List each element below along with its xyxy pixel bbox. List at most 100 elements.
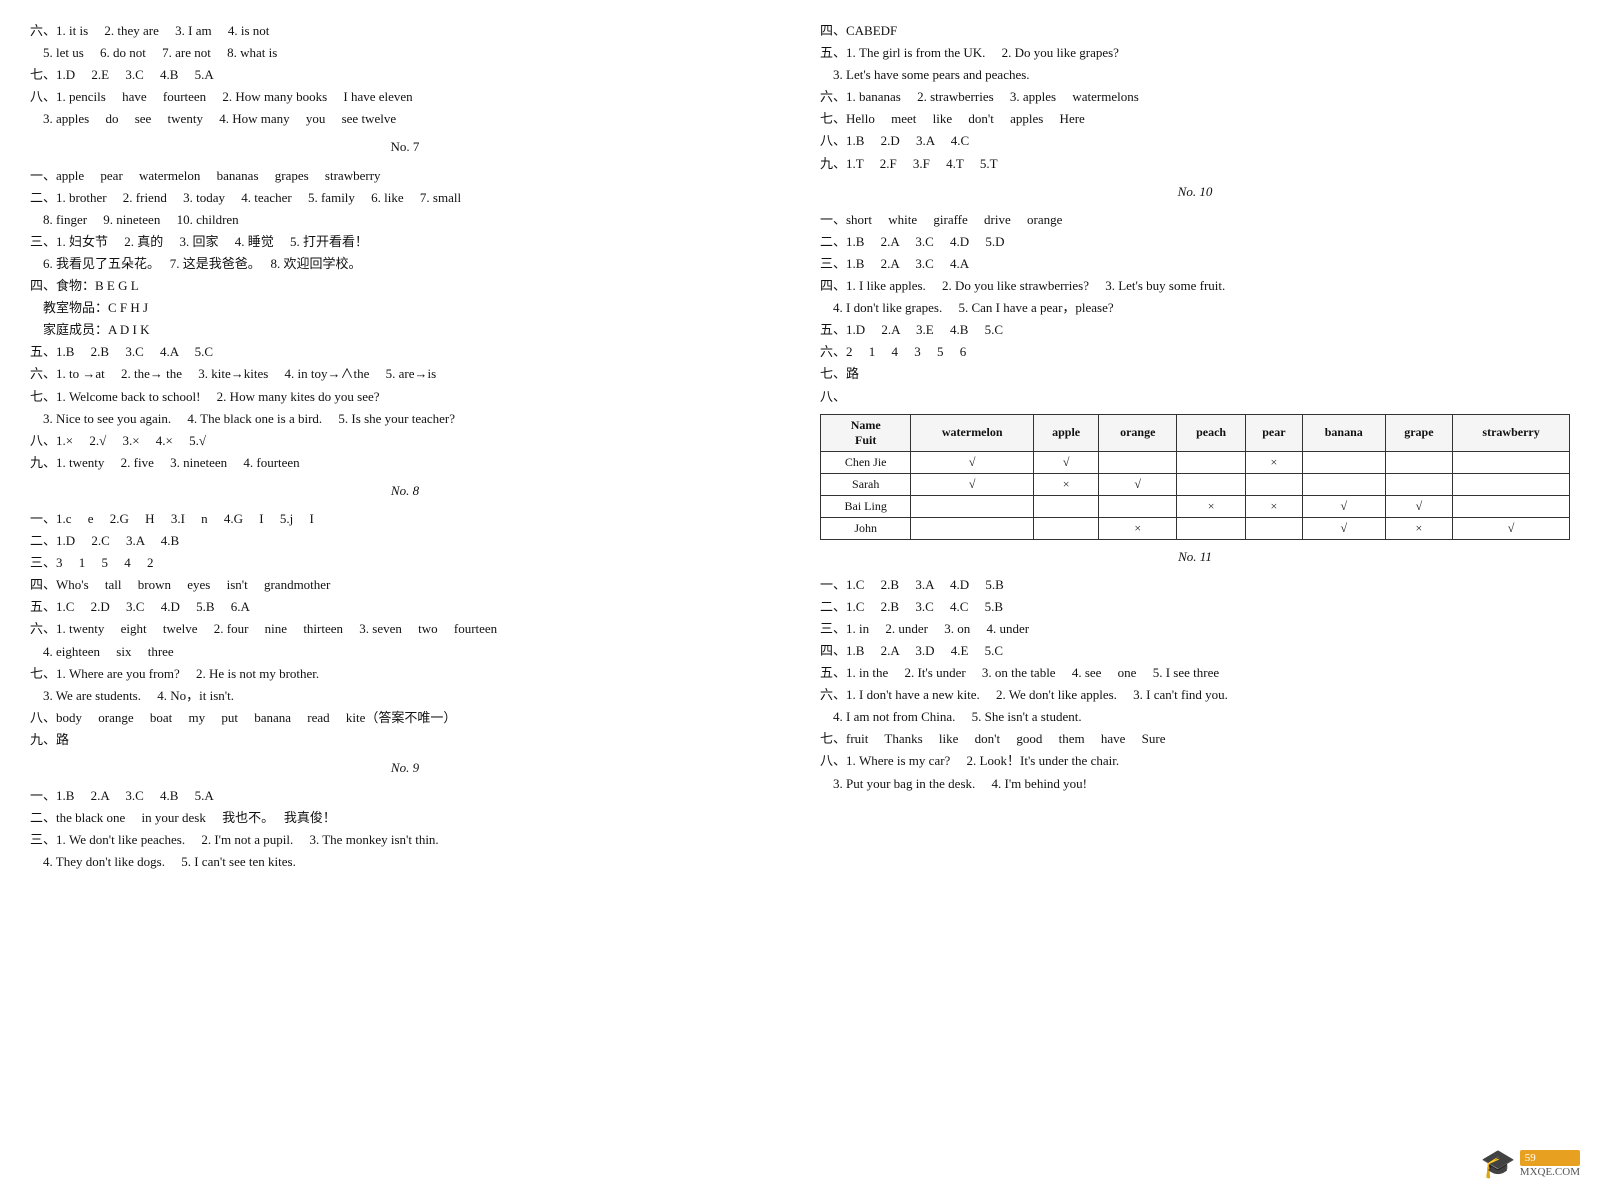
line: 3. Put your bag in the desk. 4. I'm behi… [820,773,1570,795]
table-row: Sarah √ × √ [821,473,1570,495]
line: 三、3 1 5 4 2 [30,552,780,574]
line: 一、apple pear watermelon bananas grapes s… [30,165,780,187]
line: 六、1. bananas 2. strawberries 3. apples w… [820,86,1570,108]
line: 六、1. to →at 2. the→ the 3. kite→kites 4.… [30,363,780,385]
cell: × [1034,473,1099,495]
line: 8. finger 9. nineteen 10. children [30,209,780,231]
line: 4. I am not from China. 5. She isn't a s… [820,706,1570,728]
line: 五、1. The girl is from the UK. 2. Do you … [820,42,1570,64]
line: 二、1.B 2.A 3.C 4.D 5.D [820,231,1570,253]
line: 4. They don't like dogs. 5. I can't see … [30,851,780,873]
line: 六、1. I don't have a new kite. 2. We don'… [820,684,1570,706]
line: 一、1.C 2.B 3.A 4.D 5.B [820,574,1570,596]
section-liu6: 六、1. it is 2. they are 3. I am 4. is not… [30,20,780,130]
table-row: Chen Jie √ √ × [821,451,1570,473]
row-name: Sarah [821,473,911,495]
cell: √ [911,451,1034,473]
table-header-peach: peach [1177,414,1246,451]
cell [1034,517,1099,539]
line: 家庭成员：A D I K [30,319,780,341]
cell: × [1177,495,1246,517]
line: 六、2 1 4 3 5 6 [820,341,1570,363]
cell [1453,473,1570,495]
cell [1245,517,1302,539]
cell [1177,517,1246,539]
no11-header: No. 11 [820,546,1570,568]
cell: × [1245,495,1302,517]
watermark-number: 59 [1520,1150,1580,1166]
watermark: 🎓 59 MXQE.COM [1481,1147,1580,1181]
line: 七、1.D 2.E 3.C 4.B 5.A [30,64,780,86]
line: 八、body orange boat my put banana read ki… [30,707,780,729]
cell: √ [1034,451,1099,473]
no7-content: 一、apple pear watermelon bananas grapes s… [30,165,780,474]
cell [1034,495,1099,517]
no8-header: No. 8 [30,480,780,502]
line: 四、1.B 2.A 3.D 4.E 5.C [820,640,1570,662]
cell [1099,495,1177,517]
line: 九、1.T 2.F 3.F 4.T 5.T [820,153,1570,175]
fruit-table-container: NameFuit watermelon apple orange peach p… [820,414,1570,540]
cell [1453,451,1570,473]
no7-label: No. 7 [30,136,780,158]
line: 七、Hello meet like don't apples Here [820,108,1570,130]
cell [1302,473,1385,495]
line: 八、1. pencils have fourteen 2. How many b… [30,86,780,108]
line: 3. We are students. 4. No，it isn't. [30,685,780,707]
cell: √ [1099,473,1177,495]
no8-label: No. 8 [30,480,780,502]
line: 五、1.D 2.A 3.E 4.B 5.C [820,319,1570,341]
right-column: 四、CABEDF 五、1. The girl is from the UK. 2… [820,20,1570,879]
table-header-name: NameFuit [821,414,911,451]
line: 六、1. twenty eight twelve 2. four nine th… [30,618,780,640]
line: 二、1.D 2.C 3.A 4.B [30,530,780,552]
no10-content: 一、short white giraffe drive orange 二、1.B… [820,209,1570,408]
cell: √ [1302,495,1385,517]
line: 八、1. Where is my car? 2. Look！It's under… [820,750,1570,772]
watermark-site: MXQE.COM [1520,1166,1580,1178]
no8-content: 一、1.c e 2.G H 3.I n 4.G I 5.j I 二、1.D 2.… [30,508,780,751]
line: 五、1. in the 2. It's under 3. on the tabl… [820,662,1570,684]
line: 七、1. Welcome back to school! 2. How many… [30,386,780,408]
line: 二、1. brother 2. friend 3. today 4. teach… [30,187,780,209]
line: 五、1.C 2.D 3.C 4.D 5.B 6.A [30,596,780,618]
no11-content: 一、1.C 2.B 3.A 4.D 5.B 二、1.C 2.B 3.C 4.C … [820,574,1570,795]
cell [1177,473,1246,495]
line: 3. Nice to see you again. 4. The black o… [30,408,780,430]
line: 二、the black one in your desk 我也不。 我真俊！ [30,807,780,829]
line: 七、fruit Thanks like don't good them have… [820,728,1570,750]
table-header-orange: orange [1099,414,1177,451]
cell [1245,473,1302,495]
line: 五、1.B 2.B 3.C 4.A 5.C [30,341,780,363]
line: 四、食物：B E G L [30,275,780,297]
no10-header: No. 10 [820,181,1570,203]
watermark-icon: 🎓 [1481,1147,1516,1181]
cell: × [1099,517,1177,539]
no9-content: 一、1.B 2.A 3.C 4.B 5.A 二、the black one in… [30,785,780,873]
line: 六、1. it is 2. they are 3. I am 4. is not [30,20,780,42]
cell [911,495,1034,517]
line: 4. eighteen six three [30,641,780,663]
table-row: John × √ × √ [821,517,1570,539]
table-header-apple: apple [1034,414,1099,451]
line: 三、1.B 2.A 3.C 4.A [820,253,1570,275]
cell: √ [911,473,1034,495]
cell [1099,451,1177,473]
line: 3. Let's have some pears and peaches. [820,64,1570,86]
line: 四、1. I like apples. 2. Do you like straw… [820,275,1570,297]
line: 八、 [820,386,1570,408]
row-name: Chen Jie [821,451,911,473]
no7-header: No. 7 [30,136,780,158]
cell [1385,473,1452,495]
no9-header: No. 9 [30,757,780,779]
table-header-strawberry: strawberry [1453,414,1570,451]
row-name: John [821,517,911,539]
line: 一、1.B 2.A 3.C 4.B 5.A [30,785,780,807]
line: 九、1. twenty 2. five 3. nineteen 4. fourt… [30,452,780,474]
cell: √ [1302,517,1385,539]
row-name: Bai Ling [821,495,911,517]
table-row: Bai Ling × × √ √ [821,495,1570,517]
line: 一、short white giraffe drive orange [820,209,1570,231]
cell [1453,495,1570,517]
line: 四、CABEDF [820,20,1570,42]
